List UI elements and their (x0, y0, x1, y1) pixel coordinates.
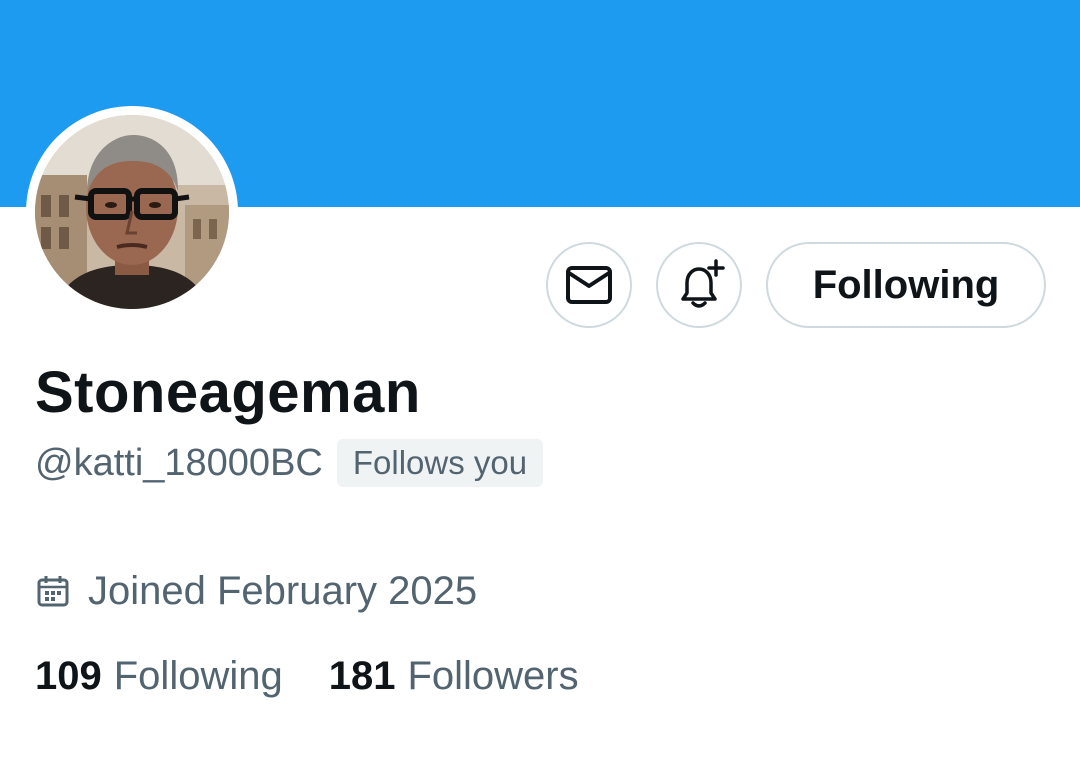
user-handle: @katti_18000BC (35, 442, 323, 484)
follow-stats: 109 Following 181 Followers (35, 654, 579, 699)
follows-you-badge: Follows you (336, 439, 544, 487)
followers-label: Followers (407, 654, 579, 698)
avatar[interactable] (35, 115, 229, 309)
following-count: 109 (35, 654, 102, 698)
joined-date-row: Joined February 2025 (36, 566, 477, 616)
envelope-icon (566, 266, 612, 304)
following-stat-link[interactable]: 109 Following (35, 654, 283, 699)
followers-count: 181 (328, 654, 396, 698)
avatar-ring (26, 106, 238, 318)
following-label: Following (113, 654, 283, 698)
message-button[interactable] (546, 242, 632, 328)
handle-row: @katti_18000BC Follows you (35, 438, 544, 488)
notifications-button[interactable] (656, 242, 742, 328)
display-name: Stoneageman (35, 360, 421, 425)
profile-page: Following Stoneageman @katti_18000BC Fol… (0, 0, 1080, 765)
calendar-icon (37, 576, 69, 607)
joined-date: Joined February 2025 (88, 569, 478, 613)
following-button[interactable]: Following (766, 242, 1046, 328)
profile-actions: Following (546, 242, 1046, 328)
followers-stat-link[interactable]: 181 Followers (329, 654, 579, 699)
bell-plus-icon (681, 259, 725, 308)
avatar-photo (35, 115, 229, 309)
